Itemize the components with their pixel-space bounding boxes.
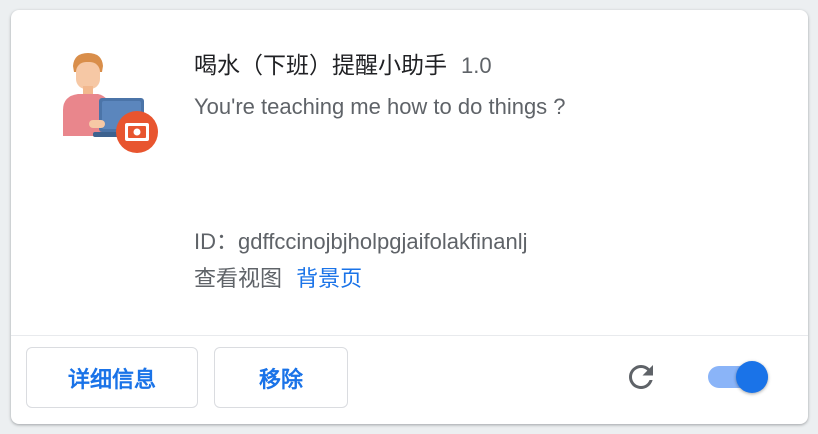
toggle-knob (736, 361, 768, 393)
inspect-views-row: 查看视图 背景页 (194, 261, 362, 293)
extension-description: You're teaching me how to do things ? (194, 94, 566, 119)
extension-id-row: ID：gdffccinojbjholpgjaifolakfinanlj (194, 224, 527, 256)
extension-id-value: gdffccinojbjholpgjaifolakfinanlj (238, 229, 528, 254)
background-page-link[interactable]: 背景页 (296, 266, 362, 291)
extension-version: 1.0 (461, 53, 492, 78)
extension-name: 喝水（下班）提醒小助手 (194, 52, 447, 78)
extension-card: 喝水（下班）提醒小助手 1.0 You're teaching me how t… (11, 10, 808, 424)
details-button[interactable]: 详细信息 (26, 347, 198, 408)
extension-icon (63, 53, 158, 153)
remove-button[interactable]: 移除 (214, 347, 348, 408)
card-divider (11, 335, 808, 336)
enable-toggle[interactable] (708, 360, 772, 394)
reload-icon[interactable] (623, 359, 659, 395)
extension-title-row: 喝水（下班）提醒小助手 1.0 (194, 46, 492, 80)
inspect-views-label: 查看视图 (194, 266, 283, 291)
extension-id-label: ID： (194, 229, 239, 254)
